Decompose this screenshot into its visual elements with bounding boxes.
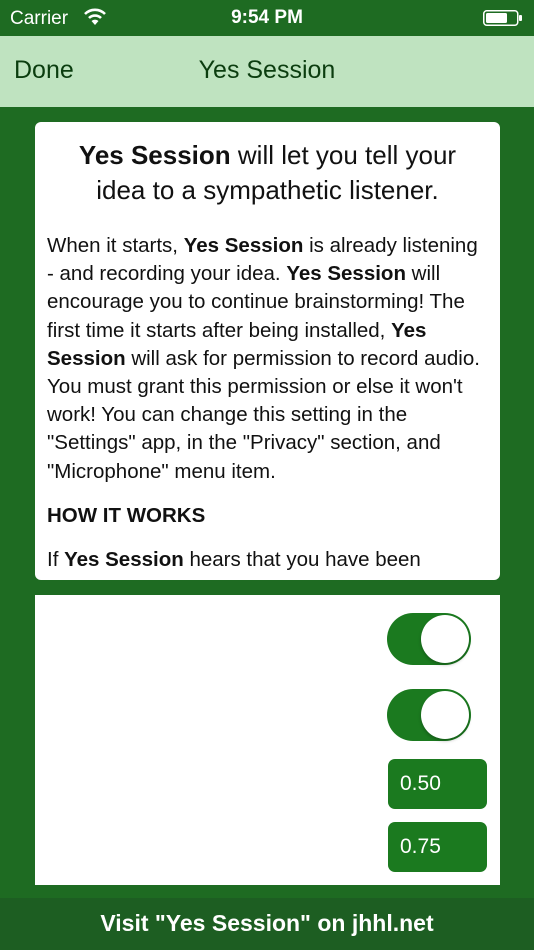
toggle-knob xyxy=(421,691,469,739)
navigation-bar: Done Yes Session xyxy=(0,36,534,107)
value-field-1[interactable]: 0.50 xyxy=(388,759,487,809)
intro-app-name-1: Yes Session xyxy=(183,234,304,257)
status-bar: Carrier 9:54 PM xyxy=(0,0,534,36)
intro-paragraph: When it starts, Yes Session is already l… xyxy=(47,232,487,486)
info-card[interactable]: Yes Session will let you tell your idea … xyxy=(35,122,500,580)
how-app-name: Yes Session xyxy=(64,548,184,572)
visit-website-link[interactable]: Visit "Yes Session" on jhhl.net xyxy=(0,898,534,950)
toggle-switch-2[interactable] xyxy=(387,689,471,741)
headline-app-name: Yes Session xyxy=(78,140,231,170)
info-headline: Yes Session will let you tell your idea … xyxy=(51,138,484,208)
how-it-works-paragraph: If Yes Session hears that you have been xyxy=(47,546,487,574)
toggle-switch-1[interactable] xyxy=(387,613,471,665)
how-it-works-heading: HOW IT WORKS xyxy=(47,503,206,527)
controls-panel: 0.50 0.75 xyxy=(35,595,500,885)
battery-icon xyxy=(483,10,522,26)
status-time: 9:54 PM xyxy=(231,7,303,28)
how-text-1: If xyxy=(47,548,65,572)
intro-text-1: When it starts, xyxy=(47,234,184,257)
intro-app-name-2: Yes Session xyxy=(286,262,406,286)
how-text-2: hears that you have been xyxy=(183,548,421,572)
page-title: Yes Session xyxy=(198,56,336,84)
toggle-knob xyxy=(421,615,469,663)
value-field-2[interactable]: 0.75 xyxy=(388,822,487,872)
info-body: When it starts, Yes Session is already l… xyxy=(47,232,487,580)
